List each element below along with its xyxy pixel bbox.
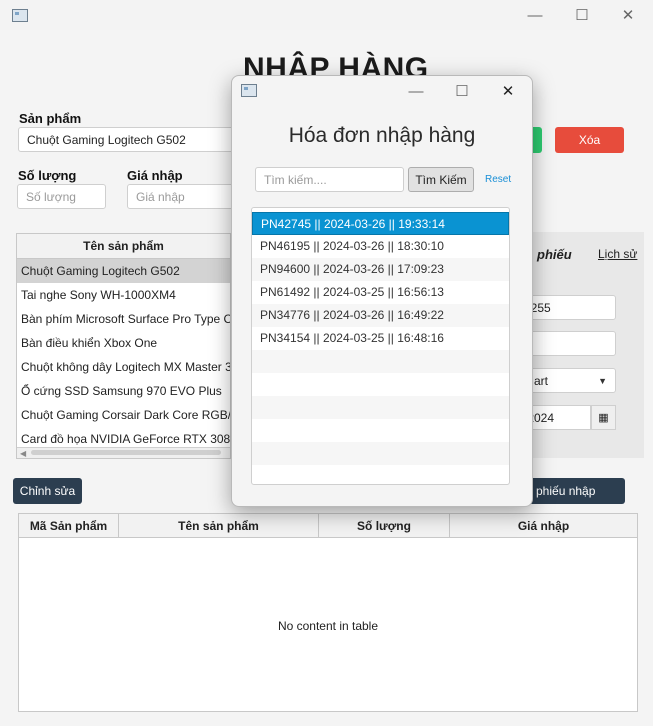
search-button[interactable]: Tìm Kiếm — [408, 167, 474, 192]
quantity-label: Số lượng — [18, 168, 77, 183]
product-table-header[interactable]: Tên sản phẩm — [17, 234, 230, 259]
invoice-list-item[interactable]: PN61492 || 2024-03-25 || 16:56:13 — [252, 281, 509, 304]
column-product-id[interactable]: Mã Sản phẩm — [19, 514, 119, 537]
invoice-list: PN42745 || 2024-03-26 || 19:33:14 PN4619… — [251, 207, 510, 485]
column-quantity[interactable]: Số lượng — [319, 514, 450, 537]
product-row[interactable]: Ổ cứng SSD Samsung 970 EVO Plus — [17, 379, 230, 403]
empty-list-row — [252, 419, 509, 442]
invoice-list-item[interactable]: PN34154 || 2024-03-25 || 16:48:16 — [252, 327, 509, 350]
chevron-down-icon: ▼ — [598, 375, 607, 386]
dialog-title-bar: — ☐ ✕ — [232, 76, 532, 106]
maximize-icon[interactable]: ☐ — [559, 0, 605, 30]
invoice-dialog: — ☐ ✕ Hóa đơn nhập hàng Tìm kiếm.... Tìm… — [231, 75, 533, 507]
invoice-list-item[interactable]: PN42745 || 2024-03-26 || 19:33:14 — [252, 212, 509, 235]
horizontal-scrollbar[interactable]: ◀ — [17, 447, 230, 458]
main-title-bar: — ☐ ✕ — [0, 0, 653, 30]
invoice-list-item[interactable]: PN94600 || 2024-03-26 || 17:09:23 — [252, 258, 509, 281]
price-placeholder: Giá nhập — [136, 189, 185, 204]
dialog-close-icon[interactable]: ✕ — [485, 76, 531, 106]
quantity-field[interactable]: Số lượng — [17, 184, 106, 209]
column-product-name[interactable]: Tên sản phẩm — [119, 514, 319, 537]
quantity-placeholder: Số lượng — [26, 189, 76, 204]
dialog-app-icon — [241, 84, 257, 97]
minimize-icon[interactable]: — — [512, 0, 558, 30]
product-row[interactable]: Bàn điều khiển Xbox One — [17, 331, 230, 355]
scrollbar-thumb[interactable] — [31, 450, 221, 455]
app-icon — [12, 9, 28, 22]
calendar-icon[interactable]: ▦ — [591, 405, 616, 430]
delete-button[interactable]: Xóa — [555, 127, 624, 153]
product-value: Chuột Gaming Logitech G502 — [27, 132, 186, 147]
dialog-maximize-icon[interactable]: ☐ — [439, 76, 485, 106]
empty-list-row — [252, 396, 509, 419]
close-icon[interactable]: ✕ — [605, 0, 651, 30]
invoice-list-item[interactable]: PN34776 || 2024-03-26 || 16:49:22 — [252, 304, 509, 327]
invoice-search-input[interactable]: Tìm kiếm.... — [255, 167, 404, 192]
empty-list-row — [252, 442, 509, 465]
product-table: Tên sản phẩm Chuột Gaming Logitech G502 … — [16, 233, 231, 459]
receipt-detail-table: Mã Sản phẩm Tên sản phẩm Số lượng Giá nh… — [18, 513, 638, 712]
product-table-body: Chuột Gaming Logitech G502 Tai nghe Sony… — [17, 259, 230, 451]
price-label: Giá nhập — [127, 168, 183, 183]
history-link[interactable]: Lịch sử — [598, 247, 637, 261]
receipt-panel-title: phiếu — [537, 247, 572, 262]
empty-table-message: No content in table — [277, 619, 379, 633]
reset-link[interactable]: Reset — [485, 174, 511, 185]
dialog-minimize-icon[interactable]: — — [393, 76, 439, 106]
product-row[interactable]: Bàn phím Microsoft Surface Pro Type Cove… — [17, 307, 230, 331]
invoice-list-item[interactable]: PN46195 || 2024-03-26 || 18:30:10 — [252, 235, 509, 258]
product-row[interactable]: Chuột Gaming Logitech G502 — [17, 259, 230, 283]
empty-list-row — [252, 373, 509, 396]
scroll-left-icon[interactable]: ◀ — [20, 449, 26, 458]
price-field[interactable]: Giá nhập — [127, 184, 238, 209]
search-placeholder: Tìm kiếm.... — [264, 172, 327, 187]
empty-list-row — [252, 350, 509, 373]
product-row[interactable]: Chuột Gaming Corsair Dark Core RGB/SE — [17, 403, 230, 427]
product-row[interactable]: Tai nghe Sony WH-1000XM4 — [17, 283, 230, 307]
edit-button[interactable]: Chỉnh sửa — [13, 478, 82, 504]
dialog-title: Hóa đơn nhập hàng — [288, 124, 476, 147]
product-combobox[interactable]: Chuột Gaming Logitech G502 — [18, 127, 238, 152]
detail-table-header: Mã Sản phẩm Tên sản phẩm Số lượng Giá nh… — [19, 514, 637, 538]
product-row[interactable]: Chuột không dây Logitech MX Master 3 — [17, 355, 230, 379]
column-price[interactable]: Giá nhập — [450, 514, 637, 537]
product-label: Sản phẩm — [19, 111, 82, 126]
create-receipt-button[interactable]: phiếu nhập — [520, 478, 625, 504]
receipt-panel: phiếu Lịch sử 1255 in Mart ▼ /2024 ▦ — [515, 232, 644, 458]
